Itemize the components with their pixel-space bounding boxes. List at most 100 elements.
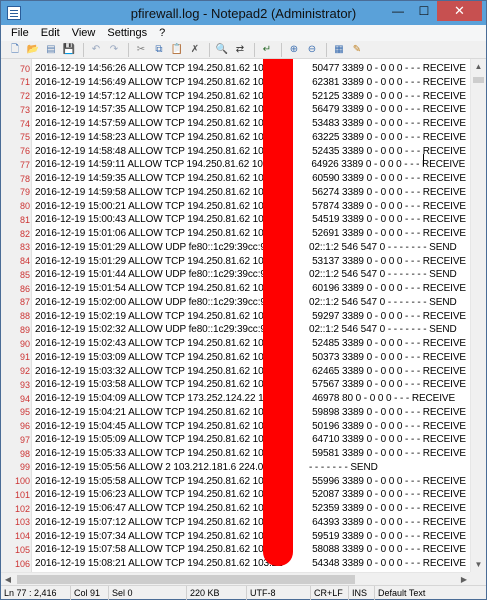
log-line[interactable]: 105 2016-12-19 15:07:58 ALLOW TCP 194.250… <box>1 542 472 557</box>
log-line[interactable]: 81 2016-12-19 15:00:43 ALLOW TCP 194.250.… <box>1 212 472 227</box>
log-line[interactable]: 76 2016-12-19 14:58:48 ALLOW TCP 194.250.… <box>1 144 472 159</box>
scheme-icon[interactable]: ▦ <box>331 43 347 57</box>
log-line[interactable]: 88 2016-12-19 15:02:19 ALLOW TCP 194.250.… <box>1 309 472 324</box>
line-text[interactable]: 2016-12-19 15:03:32 ALLOW TCP 194.250.81… <box>32 366 466 377</box>
line-text[interactable]: 2016-12-19 15:02:43 ALLOW TCP 194.250.81… <box>32 338 466 349</box>
line-text[interactable]: 2016-12-19 15:07:12 ALLOW TCP 194.250.81… <box>32 517 466 528</box>
log-line[interactable]: 97 2016-12-19 15:05:09 ALLOW TCP 194.250.… <box>1 432 472 447</box>
log-line[interactable]: 79 2016-12-19 14:59:58 ALLOW TCP 194.250.… <box>1 185 472 200</box>
status-line-ending[interactable]: CR+LF <box>311 586 349 600</box>
line-text[interactable]: 2016-12-19 15:01:54 ALLOW TCP 194.250.81… <box>32 283 466 294</box>
line-text[interactable]: 2016-12-19 15:05:09 ALLOW TCP 194.250.81… <box>32 434 466 445</box>
line-text[interactable]: 2016-12-19 14:58:48 ALLOW TCP 194.250.81… <box>32 146 466 157</box>
line-text[interactable]: 2016-12-19 14:57:12 ALLOW TCP 194.250.81… <box>32 91 466 102</box>
line-text[interactable]: 2016-12-19 14:59:11 ALLOW TCP 194.250.81… <box>32 159 465 170</box>
menu-view[interactable]: View <box>66 25 102 41</box>
line-text[interactable]: 2016-12-19 15:01:29 ALLOW UDP fe80::1c29… <box>32 242 457 253</box>
line-text[interactable]: 2016-12-19 14:57:35 ALLOW TCP 194.250.81… <box>32 104 466 115</box>
line-text[interactable]: 2016-12-19 15:07:58 ALLOW TCP 194.250.81… <box>32 544 466 555</box>
paste-icon[interactable]: 📋 <box>169 43 185 57</box>
line-text[interactable]: 2016-12-19 14:56:26 ALLOW TCP 194.250.81… <box>32 63 466 74</box>
line-text[interactable]: 2016-12-19 15:01:29 ALLOW TCP 194.250.81… <box>32 256 466 267</box>
line-text[interactable]: 2016-12-19 14:59:35 ALLOW TCP 194.250.81… <box>32 173 466 184</box>
zoom-in-icon[interactable]: ⊕ <box>286 43 302 57</box>
line-text[interactable]: 2016-12-19 15:05:33 ALLOW TCP 194.250.81… <box>32 448 466 459</box>
log-line[interactable]: 84 2016-12-19 15:01:29 ALLOW TCP 194.250.… <box>1 254 472 269</box>
log-line[interactable]: 87 2016-12-19 15:02:00 ALLOW UDP fe80::1c… <box>1 295 472 310</box>
log-line[interactable]: 104 2016-12-19 15:07:34 ALLOW TCP 194.250… <box>1 529 472 544</box>
log-line[interactable]: 74 2016-12-19 14:57:59 ALLOW TCP 194.250.… <box>1 116 472 131</box>
log-line[interactable]: 93 2016-12-19 15:03:58 ALLOW TCP 194.250.… <box>1 377 472 392</box>
log-line[interactable]: 91 2016-12-19 15:03:09 ALLOW TCP 194.250.… <box>1 350 472 365</box>
log-line[interactable]: 96 2016-12-19 15:04:45 ALLOW TCP 194.250.… <box>1 419 472 434</box>
line-text[interactable]: 2016-12-19 15:00:21 ALLOW TCP 194.250.81… <box>32 201 466 212</box>
log-line[interactable]: 102 2016-12-19 15:06:47 ALLOW TCP 194.250… <box>1 501 472 516</box>
open-folder-icon[interactable]: 📂 <box>25 43 41 57</box>
vertical-scrollbar[interactable]: ▲ ▼ <box>470 59 485 572</box>
replace-icon[interactable]: ⇄ <box>232 43 248 57</box>
line-text[interactable]: 2016-12-19 14:58:23 ALLOW TCP 194.250.81… <box>32 132 466 143</box>
log-line[interactable]: 95 2016-12-19 15:04:21 ALLOW TCP 194.250.… <box>1 405 472 420</box>
line-text[interactable]: 2016-12-19 14:56:49 ALLOW TCP 194.250.81… <box>32 77 466 88</box>
log-line[interactable]: 73 2016-12-19 14:57:35 ALLOW TCP 194.250.… <box>1 102 472 117</box>
scroll-up-icon[interactable]: ▲ <box>471 59 486 74</box>
line-text[interactable]: 2016-12-19 14:57:59 ALLOW TCP 194.250.81… <box>32 118 466 129</box>
cut-icon[interactable]: ✂ <box>133 43 149 57</box>
minimize-button[interactable]: — <box>385 1 411 21</box>
new-file-icon[interactable]: 🗋 <box>7 43 23 57</box>
menu-file[interactable]: File <box>5 25 35 41</box>
line-text[interactable]: 2016-12-19 15:02:19 ALLOW TCP 194.250.81… <box>32 311 466 322</box>
browse-icon[interactable]: ▤ <box>43 43 59 57</box>
status-encoding[interactable]: UTF-8 <box>247 586 311 600</box>
line-text[interactable]: 2016-12-19 15:06:47 ALLOW TCP 194.250.81… <box>32 503 466 514</box>
log-line[interactable]: 101 2016-12-19 15:06:23 ALLOW TCP 194.250… <box>1 487 472 502</box>
close-button[interactable]: ✕ <box>437 1 482 21</box>
scroll-down-icon[interactable]: ▼ <box>471 557 486 572</box>
line-text[interactable]: 2016-12-19 15:02:00 ALLOW UDP fe80::1c29… <box>32 297 457 308</box>
menu-settings[interactable]: Settings <box>101 25 153 41</box>
log-line[interactable]: 98 2016-12-19 15:05:33 ALLOW TCP 194.250.… <box>1 446 472 461</box>
line-text[interactable]: 2016-12-19 15:02:32 ALLOW UDP fe80::1c29… <box>32 324 457 335</box>
line-text[interactable]: 2016-12-19 14:59:58 ALLOW TCP 194.250.81… <box>32 187 466 198</box>
log-line[interactable]: 77 2016-12-19 14:59:11 ALLOW TCP 194.250.… <box>1 157 472 172</box>
line-text[interactable]: 2016-12-19 15:06:23 ALLOW TCP 194.250.81… <box>32 489 466 500</box>
log-line[interactable]: 99 2016-12-19 15:05:56 ALLOW 2 103.212.18… <box>1 460 472 475</box>
log-line[interactable]: 94 2016-12-19 15:04:09 ALLOW TCP 173.252.… <box>1 391 472 406</box>
horizontal-scrollbar[interactable]: ◀ ▶ <box>1 572 471 585</box>
redo-icon[interactable]: ↷ <box>106 43 122 57</box>
maximize-button[interactable]: ☐ <box>411 1 437 21</box>
horizontal-scroll-thumb[interactable] <box>17 575 355 584</box>
line-text[interactable]: 2016-12-19 15:05:56 ALLOW 2 103.212.181.… <box>32 462 378 473</box>
line-text[interactable]: 2016-12-19 15:04:09 ALLOW TCP 173.252.12… <box>32 393 455 404</box>
log-line[interactable]: 106 2016-12-19 15:08:21 ALLOW TCP 194.250… <box>1 556 472 571</box>
find-icon[interactable]: 🔍 <box>214 43 230 57</box>
line-text[interactable]: 2016-12-19 15:07:34 ALLOW TCP 194.250.81… <box>32 531 466 542</box>
log-line[interactable]: 72 2016-12-19 14:57:12 ALLOW TCP 194.250.… <box>1 89 472 104</box>
line-text[interactable]: 2016-12-19 15:04:21 ALLOW TCP 194.250.81… <box>32 407 466 418</box>
copy-icon[interactable]: ⧉ <box>151 43 167 57</box>
log-line[interactable]: 82 2016-12-19 15:01:06 ALLOW TCP 194.250.… <box>1 226 472 241</box>
log-line[interactable]: 103 2016-12-19 15:07:12 ALLOW TCP 194.250… <box>1 515 472 530</box>
delete-icon[interactable]: ✗ <box>187 43 203 57</box>
menu-help[interactable]: ? <box>153 25 171 41</box>
customize-icon[interactable]: ✎ <box>349 43 365 57</box>
line-text[interactable]: 2016-12-19 15:05:58 ALLOW TCP 194.250.81… <box>32 476 466 487</box>
log-line[interactable]: 80 2016-12-19 15:00:21 ALLOW TCP 194.250.… <box>1 199 472 214</box>
line-text[interactable]: 2016-12-19 15:04:45 ALLOW TCP 194.250.81… <box>32 421 466 432</box>
log-line[interactable]: 85 2016-12-19 15:01:44 ALLOW UDP fe80::1c… <box>1 267 472 282</box>
status-insert-mode[interactable]: INS <box>349 586 375 600</box>
line-text[interactable]: 2016-12-19 15:03:09 ALLOW TCP 194.250.81… <box>32 352 466 363</box>
text-editor[interactable]: 70 2016-12-19 14:56:26 ALLOW TCP 194.250.… <box>1 59 472 572</box>
log-line[interactable]: 92 2016-12-19 15:03:32 ALLOW TCP 194.250.… <box>1 364 472 379</box>
log-line[interactable]: 89 2016-12-19 15:02:32 ALLOW UDP fe80::1c… <box>1 322 472 337</box>
undo-icon[interactable]: ↶ <box>88 43 104 57</box>
title-bar[interactable]: pfirewall.log - Notepad2 (Administrator)… <box>1 1 486 25</box>
menu-edit[interactable]: Edit <box>35 25 66 41</box>
save-icon[interactable]: 💾 <box>61 43 77 57</box>
line-text[interactable]: 2016-12-19 15:03:58 ALLOW TCP 194.250.81… <box>32 379 466 390</box>
log-line[interactable]: 75 2016-12-19 14:58:23 ALLOW TCP 194.250.… <box>1 130 472 145</box>
log-line[interactable]: 100 2016-12-19 15:05:58 ALLOW TCP 194.250… <box>1 474 472 489</box>
line-text[interactable]: 2016-12-19 15:01:44 ALLOW UDP fe80::1c29… <box>32 269 457 280</box>
log-line[interactable]: 71 2016-12-19 14:56:49 ALLOW TCP 194.250.… <box>1 75 472 90</box>
vertical-scroll-thumb[interactable] <box>473 77 484 83</box>
